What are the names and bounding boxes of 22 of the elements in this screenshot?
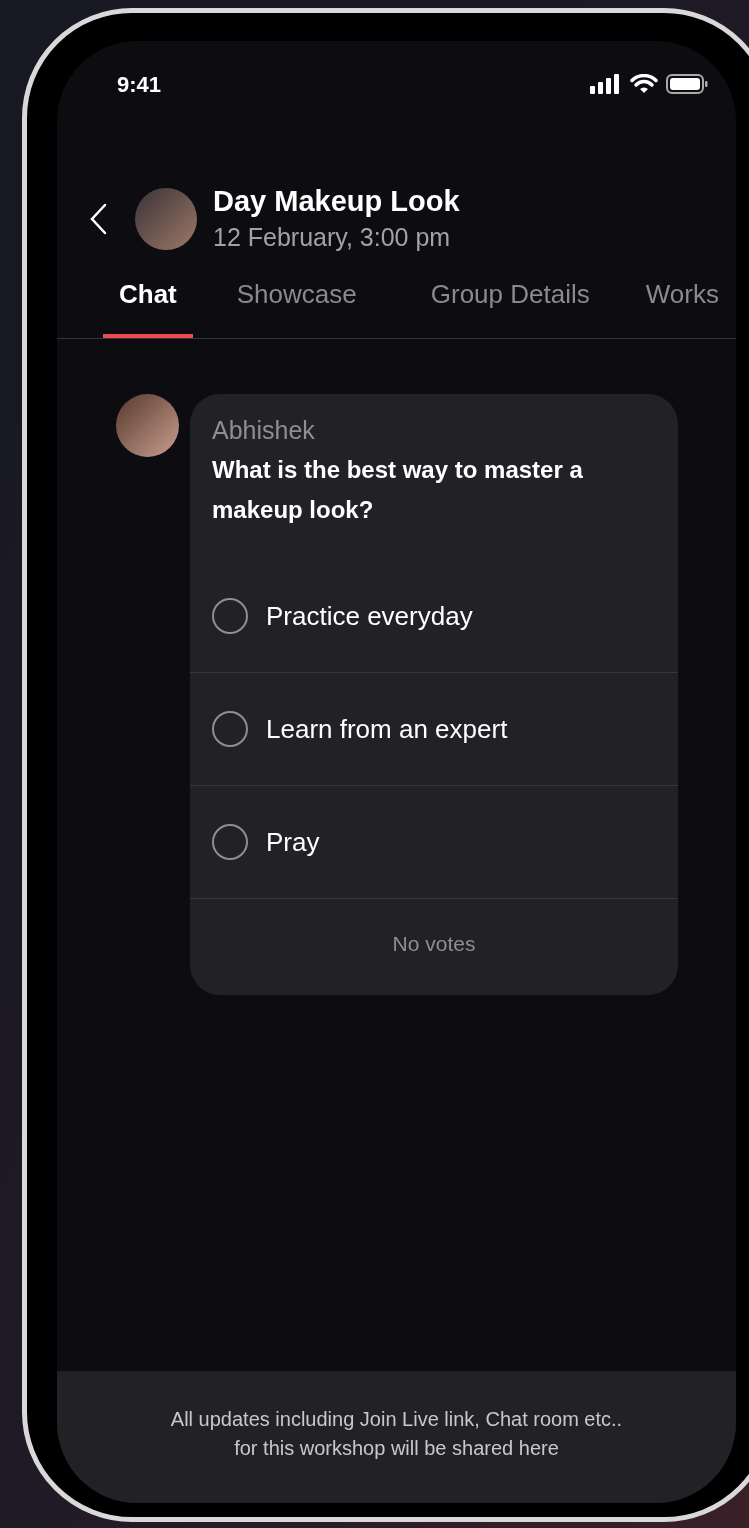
signal-icon <box>590 74 622 94</box>
poll-option[interactable]: Pray <box>190 786 678 899</box>
radio-button[interactable] <box>212 711 248 747</box>
poll-option[interactable]: Learn from an expert <box>190 673 678 786</box>
wifi-icon <box>630 74 658 94</box>
tab[interactable]: Showcase <box>220 275 373 338</box>
battery-icon <box>666 74 708 94</box>
sender-name: Abhishek <box>211 415 316 446</box>
radio-button[interactable] <box>212 824 248 860</box>
poll-question: What is the best way to master a makeup look? <box>211 455 584 525</box>
tab[interactable]: Works <box>629 275 735 338</box>
poll-option[interactable]: Practice everyday <box>190 560 678 673</box>
status-time: 9:41 <box>117 70 162 99</box>
tab[interactable]: Chat <box>103 275 193 338</box>
radio-button[interactable] <box>212 598 248 634</box>
back-icon <box>89 203 107 235</box>
group-title: Day Makeup Look <box>213 184 460 219</box>
session-date: 12 February, 3:00 pm <box>213 222 452 253</box>
vote-count: No votes <box>391 931 477 957</box>
notice-text: for this workshop will be shared here <box>234 1436 559 1461</box>
tab[interactable]: Group Details <box>414 275 606 338</box>
notice-text: All updates including Join Live link, Chat room etc.. <box>170 1407 623 1432</box>
